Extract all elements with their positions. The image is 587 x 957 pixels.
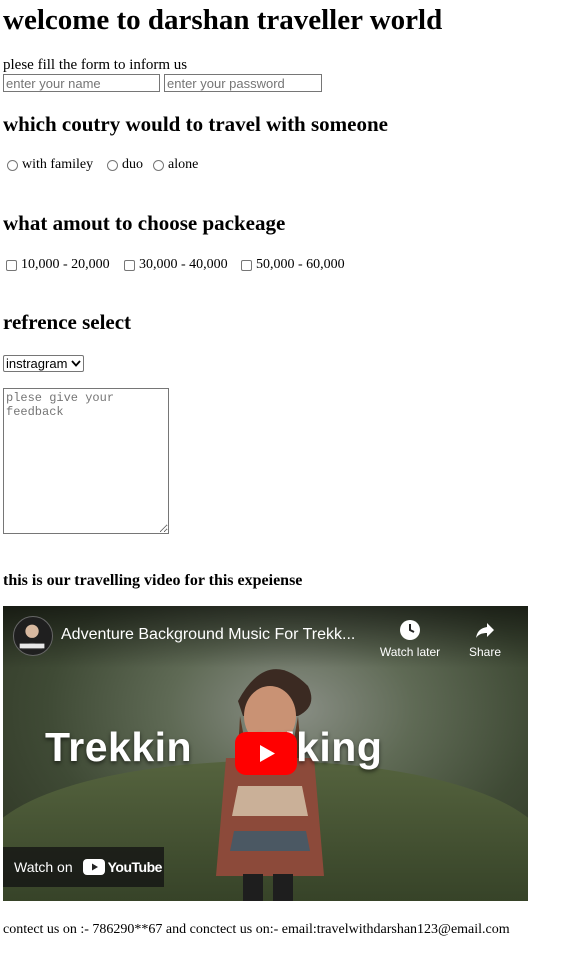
radio-duo[interactable]: duo	[107, 156, 143, 174]
radio-with-family[interactable]: with familey	[7, 156, 93, 174]
channel-avatar[interactable]	[13, 616, 53, 656]
watch-on-youtube-button[interactable]: Watch on YouTube	[3, 847, 164, 887]
reference-heading: refrence select	[3, 310, 132, 334]
country-heading: which coutry would to travel with someon…	[3, 112, 388, 136]
radio-label: alone	[168, 157, 199, 172]
video-title[interactable]: Adventure Background Music For Trekk...	[61, 626, 355, 644]
page-title: welcome to darshan traveller world	[3, 4, 443, 36]
watch-later-button[interactable]: Watch later	[375, 618, 445, 659]
checkbox-label: 10,000 - 20,000	[21, 257, 110, 272]
radio-icon[interactable]	[7, 159, 18, 171]
watch-later-label: Watch later	[379, 645, 441, 659]
share-button[interactable]: Share	[461, 618, 509, 659]
package-heading: what amout to choose packeage	[3, 211, 286, 235]
checkbox-label: 50,000 - 60,000	[256, 257, 345, 272]
video-heading: this is our travelling video for this ex…	[3, 572, 303, 589]
checkbox-label: 30,000 - 40,000	[139, 257, 228, 272]
feedback-textarea[interactable]	[3, 388, 169, 534]
name-input[interactable]	[3, 74, 160, 92]
checkbox-package-1[interactable]: 10,000 - 20,000	[6, 256, 110, 274]
checkbox-package-3[interactable]: 50,000 - 60,000	[241, 256, 345, 274]
checkbox-icon[interactable]	[241, 259, 252, 271]
checkbox-icon[interactable]	[6, 259, 17, 271]
play-icon[interactable]	[235, 732, 297, 775]
radio-icon[interactable]	[153, 159, 164, 171]
footer-contact: contect us on :- 786290**67 and conctect…	[3, 922, 510, 937]
clock-icon	[400, 620, 420, 640]
thumbnail-text-left: Trekkin	[45, 724, 193, 770]
radio-label: with familey	[22, 157, 94, 172]
radio-alone[interactable]: alone	[153, 156, 198, 174]
youtube-label: YouTube	[107, 859, 163, 875]
youtube-logo-icon	[82, 859, 105, 875]
form-intro: plese fill the form to inform us	[3, 57, 188, 73]
watch-on-label: Watch on	[14, 859, 73, 875]
checkbox-package-2[interactable]: 30,000 - 40,000	[124, 256, 228, 274]
radio-label: duo	[122, 157, 143, 172]
radio-icon[interactable]	[107, 159, 118, 171]
checkbox-icon[interactable]	[124, 259, 135, 271]
chevron-down-icon	[71, 360, 81, 367]
share-label: Share	[468, 645, 502, 659]
reference-select[interactable]: instragram	[3, 355, 84, 372]
reference-select-value: instragram	[6, 356, 68, 371]
avatar-icon	[19, 624, 45, 650]
share-arrow-icon	[476, 623, 494, 638]
thumbnail-text: Trekkin Hiking	[45, 724, 382, 771]
youtube-embed[interactable]: Adventure Background Music For Trekk... …	[3, 606, 528, 901]
password-input[interactable]	[164, 74, 322, 92]
